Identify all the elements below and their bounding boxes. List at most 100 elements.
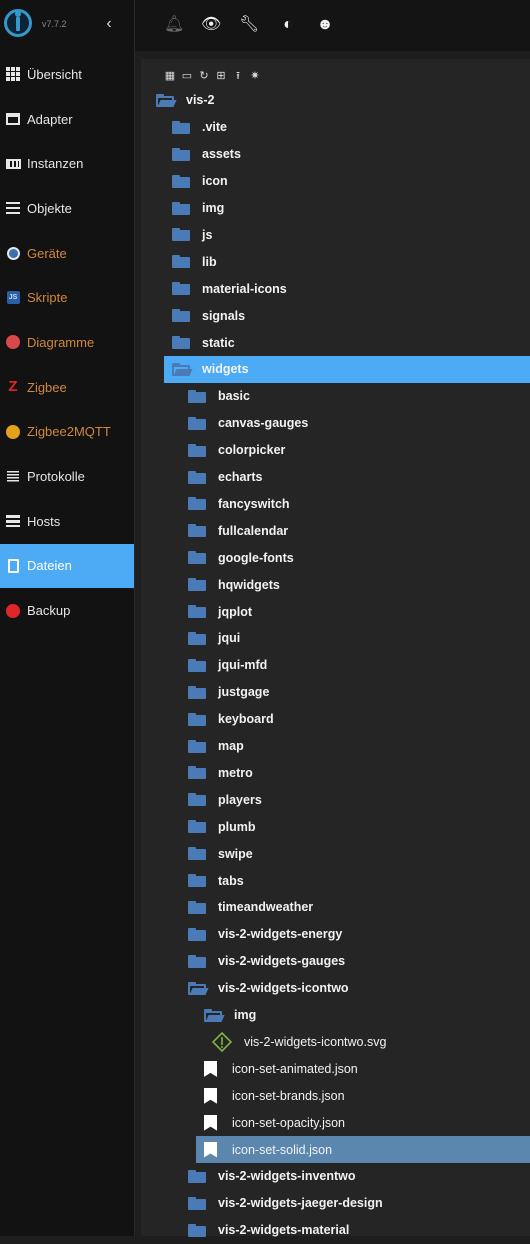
tree-folder-row[interactable]: img xyxy=(204,1002,256,1029)
tree-folder-row[interactable]: jqui xyxy=(188,625,240,652)
iobroker-logo[interactable] xyxy=(4,9,32,37)
tree-file-row[interactable]: icon-set-brands.json xyxy=(204,1082,345,1109)
chevron-left-icon: ‹ xyxy=(106,15,112,32)
folder-icon xyxy=(188,470,206,484)
tree-folder-row[interactable]: basic xyxy=(188,383,250,410)
tree-folder-row[interactable]: tabs xyxy=(188,867,244,894)
tree-file-row[interactable]: icon-set-solid.json xyxy=(196,1136,530,1163)
tree-folder-row[interactable]: plumb xyxy=(188,813,256,840)
sidebar-item-instanzen[interactable]: Instanzen xyxy=(0,141,134,186)
tree-item-name: icon-set-brands.json xyxy=(232,1088,345,1103)
tree-item-name: vis-2-widgets-inventwo xyxy=(218,1169,356,1184)
sidebar-item-objekte[interactable]: Objekte xyxy=(0,186,134,231)
folder-icon xyxy=(172,282,190,296)
tree-folder-row[interactable]: swipe xyxy=(188,840,253,867)
tree-item-name: icon xyxy=(202,174,228,189)
sidebar-item-geräte[interactable]: Geräte xyxy=(0,231,134,276)
tree-folder-row[interactable]: lib xyxy=(172,248,217,275)
tree-folder-row[interactable]: js xyxy=(172,222,212,249)
tile-view-icon[interactable]: ▦ xyxy=(163,69,177,83)
tree-item-name: plumb xyxy=(218,819,256,834)
folder-icon xyxy=(188,712,206,726)
collapse-menu-button[interactable]: ‹ xyxy=(100,14,118,34)
tree-file-row[interactable]: vis-2-widgets-icontwo.svg xyxy=(211,1029,386,1056)
sidebar-item-dateien[interactable]: Dateien xyxy=(0,543,134,589)
tree-folder-row[interactable]: assets xyxy=(172,141,241,168)
upload-icon[interactable]: ⭱ xyxy=(231,69,245,83)
wrench-icon[interactable]: 🔧︎ xyxy=(239,15,259,35)
folder-icon xyxy=(188,524,206,538)
tree-folder-row[interactable]: echarts xyxy=(188,464,262,491)
tree-folder-row[interactable]: vis-2 xyxy=(156,87,215,114)
folder-open-icon xyxy=(156,93,177,107)
javascript-icon: JS xyxy=(5,290,21,306)
folder-icon xyxy=(188,605,206,619)
tree-folder-row[interactable]: img xyxy=(172,195,224,222)
tree-file-row[interactable]: icon-set-opacity.json xyxy=(204,1109,345,1136)
tree-item-name: echarts xyxy=(218,470,263,485)
folder-icon xyxy=(188,578,206,592)
folder-icon xyxy=(188,497,206,511)
add-folder-icon[interactable]: ⊞ xyxy=(214,69,228,83)
tree-folder-row[interactable]: widgets xyxy=(164,356,530,383)
sidebar-item-zigbee2mqtt[interactable]: Zigbee2MQTT xyxy=(0,410,134,455)
tree-item-name: lib xyxy=(202,254,217,269)
tree-folder-row[interactable]: vis-2-widgets-jaeger-design xyxy=(188,1190,383,1217)
folder-icon xyxy=(188,847,206,861)
tree-folder-row[interactable]: fullcalendar xyxy=(188,517,288,544)
folder-icon xyxy=(188,739,206,753)
tree-folder-row[interactable]: justgage xyxy=(188,679,269,706)
tree-item-name: static xyxy=(202,335,235,350)
tree-folder-row[interactable]: google-fonts xyxy=(188,544,294,571)
sidebar-item-backup[interactable]: Backup xyxy=(0,588,134,633)
tree-item-name: vis-2-widgets-jaeger-design xyxy=(218,1196,383,1211)
tree-folder-row[interactable]: vis-2-widgets-inventwo xyxy=(188,1163,356,1190)
tree-folder-row[interactable]: static xyxy=(172,329,235,356)
tree-folder-row[interactable]: timeandweather xyxy=(188,894,313,921)
sidebar-item-label: Diagramme xyxy=(27,334,95,350)
tree-folder-row[interactable]: jqplot xyxy=(188,598,252,625)
devices-icon xyxy=(5,245,21,261)
tree-folder-row[interactable]: material-icons xyxy=(172,275,287,302)
bell-icon[interactable]: 🔔︎ xyxy=(164,15,184,35)
sidebar-item-adapter[interactable]: Adapter xyxy=(0,97,134,142)
tree-folder-row[interactable]: jqui-mfd xyxy=(188,652,267,679)
sidebar-item-diagramme[interactable]: Diagramme xyxy=(0,320,134,365)
tree-folder-row[interactable]: vis-2-widgets-icontwo xyxy=(188,975,349,1002)
tree-folder-row[interactable]: colorpicker xyxy=(188,437,285,464)
tree-folder-row[interactable]: keyboard xyxy=(188,706,274,733)
expert-mode-icon[interactable]: ☻ xyxy=(315,15,335,35)
sidebar-item-zigbee[interactable]: Z Zigbee xyxy=(0,365,134,410)
tree-folder-row[interactable]: vis-2-widgets-material xyxy=(188,1217,349,1244)
file-browser: ▦ ▭ ↻ ⊞ ⭱ ✷ vis-2 .vite assets icon img js lib mater… xyxy=(141,59,530,1237)
sidebar-item-skripte[interactable]: JS Skripte xyxy=(0,275,134,320)
brightness-icon[interactable]: ✷ xyxy=(248,69,262,83)
folder-icon xyxy=(188,1169,206,1183)
folder-open-icon xyxy=(172,362,193,376)
folder-icon[interactable]: ▭ xyxy=(180,69,194,83)
store-icon xyxy=(5,111,21,127)
tree-folder-row[interactable]: players xyxy=(188,786,262,813)
tree-folder-row[interactable]: canvas-gauges xyxy=(188,410,308,437)
folder-icon xyxy=(172,147,190,161)
tree-folder-row[interactable]: hqwidgets xyxy=(188,571,280,598)
tree-item-name: justgage xyxy=(218,685,270,700)
tree-folder-row[interactable]: icon xyxy=(172,168,228,195)
tree-folder-row[interactable]: vis-2-widgets-energy xyxy=(188,921,342,948)
sidebar-item-protokolle[interactable]: Protokolle xyxy=(0,454,134,499)
tree-item-name: widgets xyxy=(202,362,249,377)
sidebar-item-hosts[interactable]: Hosts xyxy=(0,499,134,544)
refresh-icon[interactable]: ↻ xyxy=(197,69,211,83)
tree-folder-row[interactable]: vis-2-widgets-gauges xyxy=(188,948,345,975)
tree-folder-row[interactable]: .vite xyxy=(172,114,227,141)
theme-icon[interactable]: ◐ xyxy=(278,15,298,35)
eye-icon[interactable]: 👁︎ xyxy=(201,15,221,35)
tree-file-row[interactable]: icon-set-animated.json xyxy=(204,1055,358,1082)
hosts-icon xyxy=(5,513,21,529)
tree-folder-row[interactable]: metro xyxy=(188,760,253,787)
tree-folder-row[interactable]: map xyxy=(188,733,244,760)
tree-item-name: keyboard xyxy=(218,712,274,727)
sidebar-item-übersicht[interactable]: Übersicht xyxy=(0,52,134,97)
tree-folder-row[interactable]: fancyswitch xyxy=(188,491,290,518)
tree-folder-row[interactable]: signals xyxy=(172,302,245,329)
